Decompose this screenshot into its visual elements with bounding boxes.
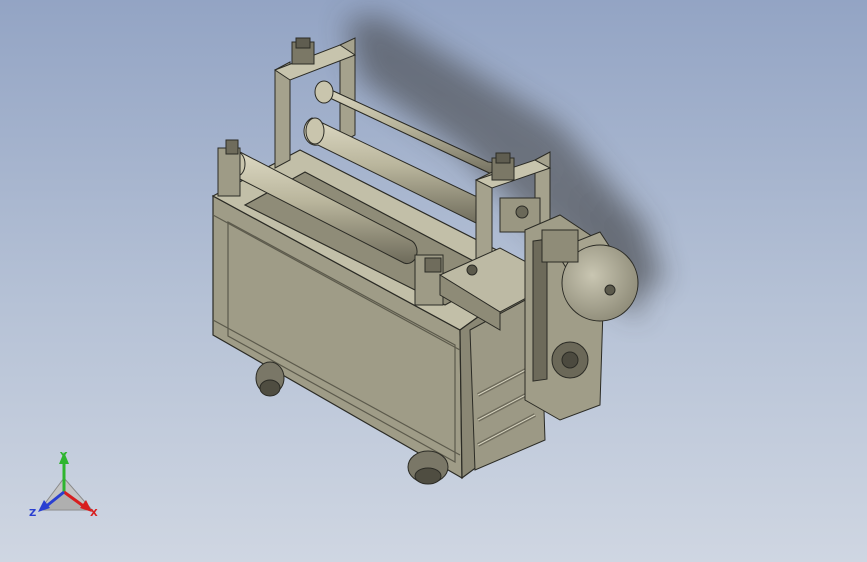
triad-y-label: Y [59,451,68,462]
axis-triad: Y X Z [29,451,98,519]
cad-viewport[interactable]: Y X Z [0,0,867,562]
front-left-support [217,147,241,197]
triad-z-label: Z [29,508,36,519]
machine-model: Y X Z [29,15,665,519]
caster-left-front [255,361,285,397]
caster-right-front [407,450,449,485]
triad-x-label: X [90,508,98,519]
